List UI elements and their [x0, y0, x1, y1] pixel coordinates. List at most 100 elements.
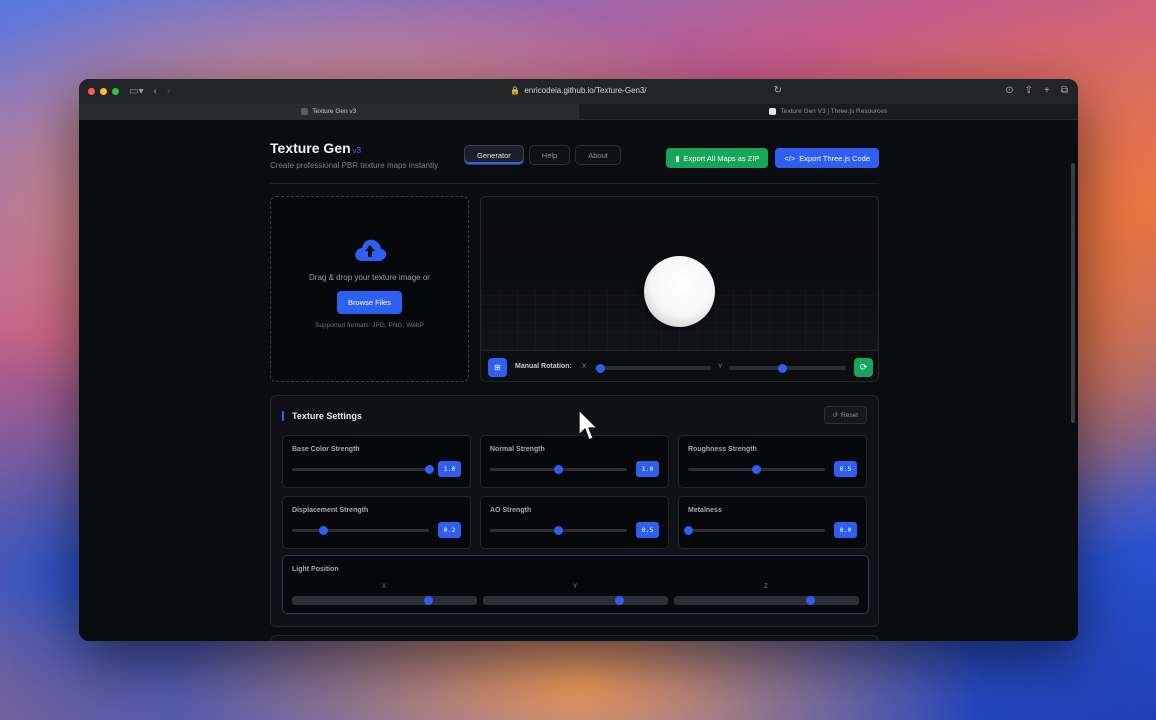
export-zip-label: Export All Maps as ZIP: [683, 153, 760, 163]
slider-thumb[interactable]: [319, 526, 328, 535]
rotation-x-slider[interactable]: [595, 363, 711, 373]
tab-label: Texture Gen v3: [312, 108, 357, 115]
reload-icon[interactable]: ↻: [774, 85, 782, 96]
refresh-icon: ⟳: [859, 362, 868, 372]
code-icon: </>: [784, 153, 796, 163]
undo-icon: ↺: [832, 412, 839, 419]
browse-files-button[interactable]: Browse Files: [337, 291, 402, 314]
close-window-button[interactable]: [88, 88, 95, 95]
light-y-slider[interactable]: [483, 596, 668, 605]
texture-dropzone[interactable]: Drag & drop your texture image or Browse…: [270, 196, 469, 382]
light-x-thumb[interactable]: [424, 596, 434, 605]
base-color-slider[interactable]: [292, 465, 434, 474]
version-badge: v3: [352, 146, 362, 155]
light-x-label: X: [382, 584, 387, 590]
slider-card-normal: Normal Strength 1.0: [480, 435, 669, 488]
rotation-label: Manual Rotation:: [515, 363, 572, 370]
light-position-label: Light Position: [292, 566, 339, 573]
slider-thumb[interactable]: [554, 526, 563, 535]
back-icon[interactable]: ‹: [153, 86, 156, 97]
export-zip-button[interactable]: ▮ Export All Maps as ZIP: [666, 148, 769, 168]
lock-icon: 🔒: [510, 86, 521, 95]
browser-tab-active[interactable]: Texture Gen v3: [79, 104, 579, 119]
slider-value: 1.0: [438, 461, 461, 477]
favicon-icon: [301, 108, 309, 115]
app-header: Texture Gen v3 Create professional PBR te…: [270, 140, 879, 184]
grid-icon: ⊞: [494, 363, 501, 372]
slider-value: 0.5: [636, 522, 659, 538]
3d-viewport[interactable]: [481, 197, 878, 350]
texture-settings-panel: Texture Settings ↺ Reset Base Color Stre…: [270, 395, 879, 627]
dropzone-text: Drag & drop your texture image or: [309, 273, 430, 282]
metalness-slider[interactable]: [683, 526, 825, 535]
light-y-thumb[interactable]: [615, 596, 625, 605]
mouse-cursor-icon: [578, 409, 598, 441]
address-bar[interactable]: 🔒 enricodeia.github.io/Texture-Gen3/: [510, 86, 646, 95]
preview-sphere: [644, 256, 715, 327]
nav-tabs: Generator Help About: [464, 145, 621, 165]
rotation-x-thumb[interactable]: [596, 363, 606, 373]
slider-value: 1.0: [636, 461, 659, 477]
rotation-y-thumb[interactable]: [778, 363, 788, 373]
slider-card-metalness: Metalness 0.0: [678, 496, 867, 549]
tab-help[interactable]: Help: [528, 145, 571, 165]
light-position-card: Light Position X Y Z: [282, 555, 869, 614]
tab-overview-icon[interactable]: ⧉: [1061, 85, 1068, 96]
threejs-favicon-icon: [769, 108, 777, 115]
reset-settings-button[interactable]: ↺ Reset: [823, 406, 867, 424]
next-panel-edge: [270, 635, 879, 641]
minimize-window-button[interactable]: [100, 88, 107, 95]
browser-tab-inactive[interactable]: Texture Gen V3 | Three.js Resources: [579, 104, 1079, 119]
rotation-controls: ⊞ Manual Rotation: X Y ⟳: [481, 350, 878, 381]
page-scrollbar[interactable]: [1071, 163, 1075, 423]
settings-title: Texture Settings: [282, 411, 362, 421]
app-subtitle: Create professional PBR texture maps ins…: [270, 161, 439, 170]
forward-icon[interactable]: ›: [167, 86, 170, 97]
roughness-slider[interactable]: [688, 465, 825, 474]
slider-label: Base Color Strength: [292, 446, 360, 453]
slider-thumb[interactable]: [424, 465, 434, 474]
slider-thumb[interactable]: [683, 526, 693, 535]
reset-label: Reset: [841, 411, 858, 419]
normal-slider[interactable]: [490, 465, 627, 474]
slider-card-base-color: Base Color Strength 1.0: [282, 435, 471, 488]
slider-card-roughness: Roughness Strength 0.5: [678, 435, 867, 488]
sidebar-toggle-icon[interactable]: ▭▾: [129, 86, 143, 97]
slider-label: Displacement Strength: [292, 507, 369, 514]
slider-value: 0.2: [438, 522, 461, 538]
download-icon[interactable]: ⊙: [1005, 85, 1013, 96]
slider-value: 0.0: [834, 522, 857, 538]
export-code-button[interactable]: </> Export Three.js Code: [775, 148, 879, 168]
slider-label: Roughness Strength: [688, 446, 757, 453]
grid-toggle-button[interactable]: ⊞: [488, 358, 507, 377]
new-tab-icon[interactable]: +: [1044, 85, 1050, 96]
tab-label: Texture Gen V3 | Three.js Resources: [780, 108, 888, 115]
share-icon[interactable]: ⇪: [1025, 85, 1033, 96]
rotation-y-label: Y: [718, 363, 723, 370]
light-z-slider[interactable]: [674, 596, 859, 605]
slider-card-ao: AO Strength 0.5: [480, 496, 669, 549]
displacement-slider[interactable]: [292, 526, 429, 535]
light-z-label: Z: [764, 584, 768, 590]
app-title: Texture Gen v3: [270, 140, 362, 156]
ao-slider[interactable]: [490, 526, 627, 535]
brand: Texture Gen v3 Create professional PBR te…: [270, 140, 438, 170]
maximize-window-button[interactable]: [112, 88, 119, 95]
slider-value: 0.5: [834, 461, 857, 477]
light-y-label: Y: [573, 584, 578, 590]
slider-thumb[interactable]: [752, 465, 761, 474]
supported-formats: Supported formats: JPG, PNG, WebP: [315, 322, 424, 329]
slider-label: AO Strength: [490, 507, 532, 514]
light-x-slider[interactable]: [292, 596, 477, 605]
slider-label: Metalness: [688, 507, 722, 514]
slider-thumb[interactable]: [554, 465, 563, 474]
rotation-y-slider[interactable]: [729, 363, 846, 373]
rotation-x-label: X: [582, 363, 587, 370]
light-z-thumb[interactable]: [806, 596, 816, 605]
tab-about[interactable]: About: [575, 145, 621, 165]
browser-tabbar: Texture Gen v3 Texture Gen V3 | Three.js…: [79, 104, 1078, 120]
browser-titlebar: ▭▾ ‹ › 🔒 enricodeia.github.io/Texture-Ge…: [79, 79, 1078, 104]
browser-window: ▭▾ ‹ › 🔒 enricodeia.github.io/Texture-Ge…: [79, 79, 1078, 641]
reset-rotation-button[interactable]: ⟳: [854, 358, 873, 377]
tab-generator[interactable]: Generator: [464, 145, 524, 165]
